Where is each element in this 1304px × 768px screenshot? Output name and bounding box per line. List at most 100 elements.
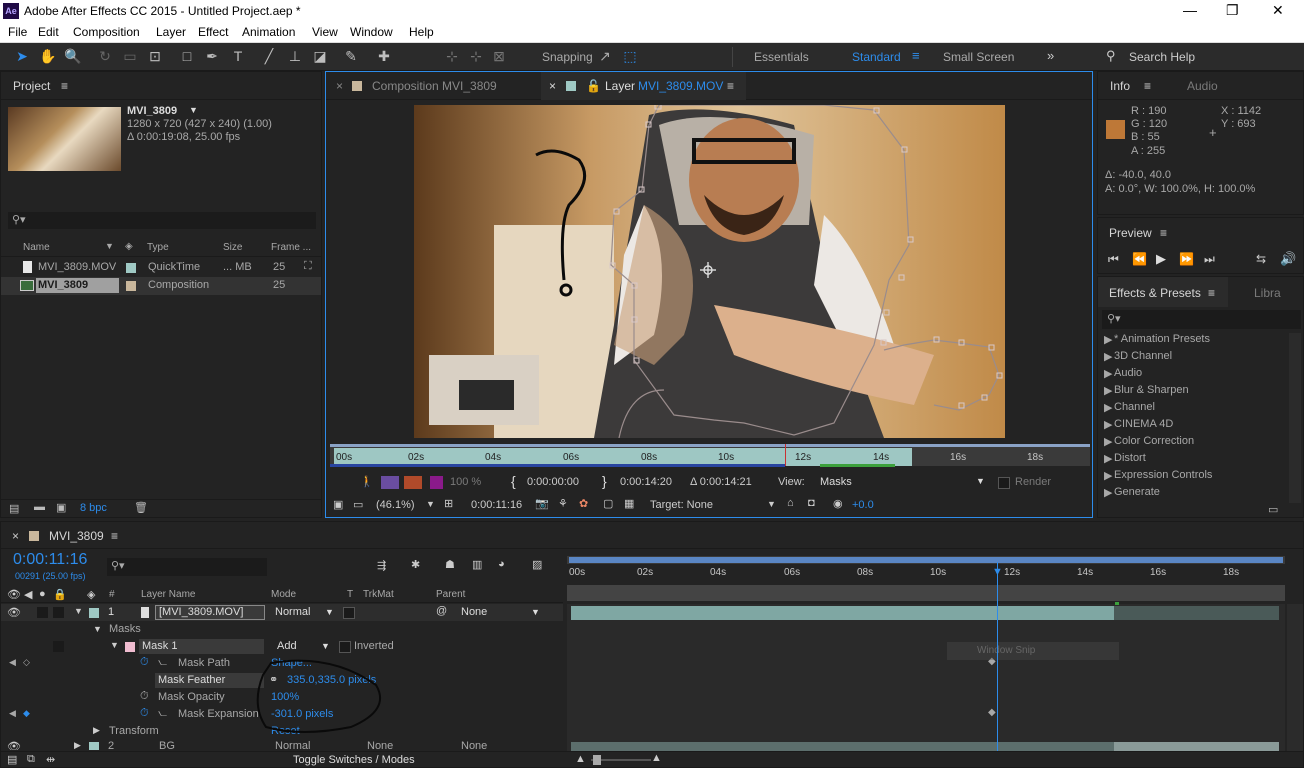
draft-3d-icon[interactable]: ✱	[411, 558, 420, 571]
col-trkmat[interactable]: TrkMat	[363, 589, 394, 600]
stopwatch-icon[interactable]: ⏱	[140, 707, 149, 720]
expand-arrow-icon[interactable]: ▼	[93, 624, 102, 634]
preserve-transparency-checkbox[interactable]	[343, 607, 355, 619]
zoom-in-icon[interactable]: ▲	[651, 752, 662, 764]
workspace-essentials[interactable]: Essentials	[754, 50, 809, 64]
safe-margins-icon[interactable]: ⊞	[444, 497, 453, 510]
prev-keyframe-icon[interactable]: ◀	[9, 657, 16, 668]
add-keyframe-icon[interactable]: ◇	[23, 657, 30, 668]
zoom-slider-thumb[interactable]	[593, 755, 601, 765]
panel-menu-icon[interactable]: ≡	[1160, 226, 1167, 240]
transfer-controls-icon[interactable]: ⧉	[27, 753, 35, 766]
graph-icon[interactable]: ⦦	[158, 656, 167, 669]
project-search-input[interactable]: ⚲▾	[8, 212, 316, 229]
work-area-bar[interactable]	[567, 585, 1285, 601]
effects-scrollbar[interactable]	[1289, 333, 1301, 503]
col-t[interactable]: T	[347, 589, 353, 600]
loop-icon[interactable]: ⇆	[1256, 252, 1266, 266]
layer-1-bar[interactable]	[571, 606, 1114, 620]
snap-feather-icon[interactable]: ⬚	[621, 47, 639, 65]
mask-mode-dropdown[interactable]: Add	[277, 640, 297, 652]
playhead-icon[interactable]: ▼	[992, 566, 1003, 578]
time-navigator[interactable]	[567, 556, 1285, 564]
tab-libraries[interactable]: Libra	[1254, 286, 1281, 300]
camera-tool-icon[interactable]: ▭	[121, 47, 139, 65]
comp-mini-flowchart-icon[interactable]: ⇶	[377, 559, 386, 572]
sort-icon[interactable]: ▼	[105, 241, 114, 251]
project-row[interactable]: MVI_3809.MOV QuickTime ... MB 25 ⛶	[1, 259, 321, 277]
play-icon[interactable]: ▶	[1156, 251, 1166, 267]
selection-tool-icon[interactable]: ➤	[13, 47, 31, 65]
snapshot-icon[interactable]: 📷	[535, 497, 549, 510]
masks-group-label[interactable]: Masks	[109, 623, 141, 635]
video-switch-icon[interactable]: 👁	[7, 588, 21, 601]
col-mode[interactable]: Mode	[271, 589, 296, 600]
close-tab-icon[interactable]: ×	[549, 79, 556, 93]
label-column-icon[interactable]: ◈	[125, 241, 133, 252]
layer-time-ruler[interactable]: 00s 02s 04s 06s 08s 10s 12s 14s 16s 18s	[330, 444, 1090, 467]
layer-label-swatch[interactable]	[89, 608, 99, 618]
menu-composition[interactable]: Composition	[73, 25, 140, 39]
set-in-point-icon[interactable]: {	[511, 473, 516, 489]
snap-edge-icon[interactable]: ↗	[596, 47, 614, 65]
camera-icon[interactable]: ◘	[808, 497, 815, 509]
tab-effects-presets[interactable]: Effects & Presets	[1109, 286, 1201, 300]
shy-layers-icon[interactable]: ☗	[445, 558, 455, 571]
interpret-footage-icon[interactable]: ▤	[9, 502, 19, 515]
panel-menu-icon[interactable]: ≡	[727, 79, 734, 93]
panel-menu-icon[interactable]: ≡	[61, 79, 68, 93]
col-size[interactable]: Size	[223, 242, 242, 253]
workspace-menu-icon[interactable]: ≡	[912, 48, 920, 63]
mode-dropdown[interactable]: Normal	[275, 606, 310, 618]
onion-skin-icon[interactable]	[381, 476, 399, 489]
menu-layer[interactable]: Layer	[156, 25, 186, 39]
panel-menu-icon[interactable]: ≡	[1208, 286, 1215, 300]
col-layer-name[interactable]: Layer Name	[141, 589, 195, 600]
new-bin-icon[interactable]: ▭	[1268, 503, 1278, 516]
overlay-opacity[interactable]: 100 %	[450, 476, 481, 488]
eraser-tool-icon[interactable]: ◪	[311, 47, 329, 65]
layer-row[interactable]: 👁 ▶ 2 BG Normal None None	[1, 740, 563, 750]
axis-local-icon[interactable]: ⊹	[443, 47, 461, 65]
render-checkbox[interactable]	[998, 477, 1010, 489]
toggle-switches-modes-button[interactable]: Toggle Switches / Modes	[293, 754, 415, 766]
lock-switch-icon[interactable]: 🔒	[53, 588, 67, 601]
panel-menu-icon[interactable]: ≡	[1144, 79, 1151, 93]
exposure-reset-icon[interactable]: ◉	[833, 497, 843, 510]
show-snapshot-icon[interactable]: ⚘	[558, 497, 568, 510]
parent-dropdown[interactable]: None	[461, 606, 487, 618]
audio-switch-icon[interactable]: ◀	[24, 588, 32, 601]
menu-help[interactable]: Help	[409, 25, 434, 39]
expand-arrow-icon[interactable]: ▶	[93, 725, 100, 736]
in-point-time[interactable]: 0:00:00:00	[527, 476, 579, 488]
rotobrush-icon[interactable]	[404, 476, 422, 489]
graph-icon[interactable]: ⦦	[158, 707, 167, 720]
current-time-display[interactable]: 0:00:11:16	[471, 499, 522, 511]
close-button[interactable]: ✕	[1272, 2, 1284, 19]
lock-icon[interactable]: 🔓	[586, 79, 601, 93]
bit-depth-button[interactable]: 8 bpc	[80, 502, 107, 514]
region-of-interest-icon[interactable]: ▢	[603, 497, 613, 510]
flowchart-icon[interactable]: ⛶	[304, 260, 312, 273]
hand-tool-icon[interactable]: ✋	[39, 47, 57, 65]
mask-name[interactable]: Mask 1	[142, 640, 177, 652]
pickwhip-icon[interactable]: @	[436, 605, 447, 617]
layer-switches-icon[interactable]: ▤	[7, 753, 17, 766]
frame-blending-icon[interactable]: ▥	[472, 558, 482, 571]
keyframe-icon[interactable]: ◆	[23, 708, 30, 719]
audio-icon[interactable]: 🔊	[1280, 251, 1296, 267]
lock-icon[interactable]: ⌂	[787, 497, 794, 509]
label-color-swatch[interactable]	[126, 263, 136, 273]
timeline-search-input[interactable]: ⚲▾	[107, 558, 267, 576]
stopwatch-icon[interactable]: ⏱	[140, 656, 149, 669]
overlay-color-swatch[interactable]	[430, 476, 443, 489]
mask-row[interactable]: ▼ Mask 1 Add ▼ Inverted	[1, 638, 563, 655]
motion-tracker-icon[interactable]: 🚶	[360, 475, 374, 488]
expand-arrow-icon[interactable]: ▼	[110, 640, 119, 650]
mode-dropdown[interactable]: Normal	[275, 740, 310, 750]
out-point-time[interactable]: 0:00:14:20	[620, 476, 672, 488]
axis-view-icon[interactable]: ⊠	[490, 47, 508, 65]
workspace-standard[interactable]: Standard	[852, 50, 901, 64]
puppet-pin-tool-icon[interactable]: ✚	[375, 47, 393, 65]
inverted-checkbox[interactable]	[339, 641, 351, 653]
